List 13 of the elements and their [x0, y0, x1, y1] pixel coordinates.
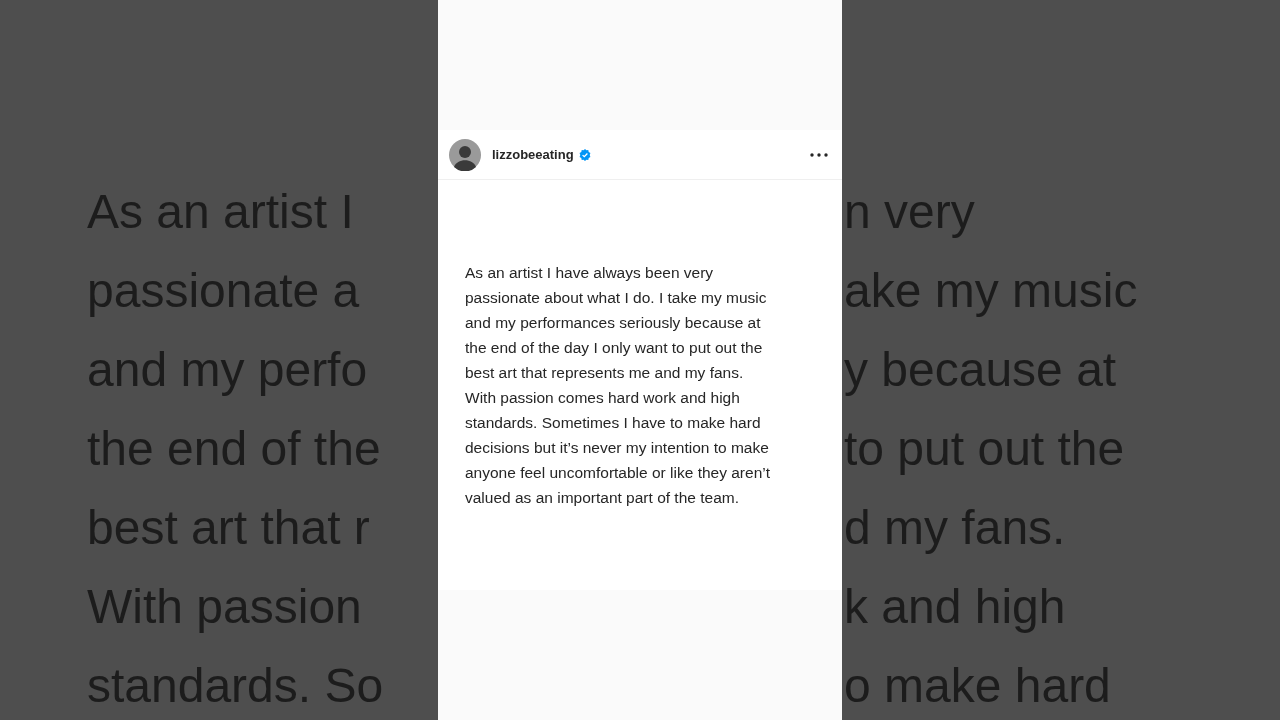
post-text-line: valued as an important part of the team.: [465, 488, 739, 508]
post-text-line: With passion comes hard work and high: [465, 388, 740, 408]
post-text-line: standards. Sometimes I have to make hard: [465, 413, 761, 433]
post-text-line: and my performances seriously because at: [465, 313, 761, 333]
post-text-line: passionate about what I do. I take my music: [465, 288, 767, 308]
avatar-icon: [449, 138, 481, 171]
more-options-icon[interactable]: [810, 152, 828, 157]
post-text-line: anyone feel uncomfortable or like they aren’t: [465, 463, 770, 483]
post-text-line: As an artist I have always been very: [465, 263, 714, 283]
username[interactable]: lizzobeeating: [492, 147, 574, 162]
post-text-line: decisions but it’s never my intention to make: [465, 438, 769, 458]
post-text-line: the end of the day I only want to put out the: [465, 338, 763, 358]
post-text-line: best art that represents me and my fans.: [465, 363, 744, 383]
